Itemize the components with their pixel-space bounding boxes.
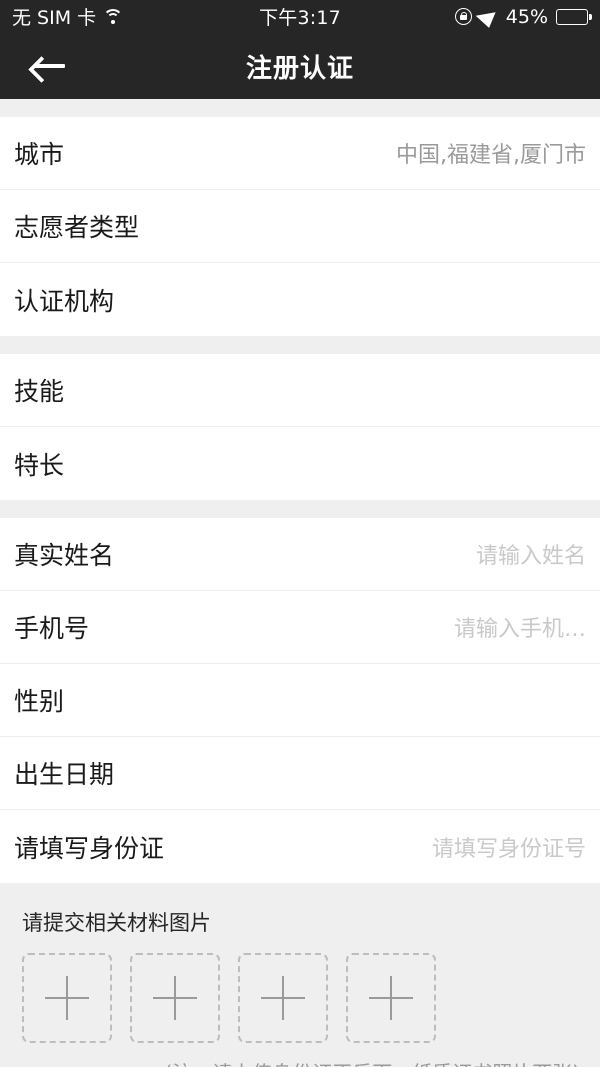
nav-bar: 注册认证 [0,33,600,99]
form-row-label: 特长 [14,450,65,480]
form-row-label: 手机号 [14,614,90,643]
plus-icon [153,976,197,1020]
form-section: 真实姓名 请输入姓名手机号 请输入手机… 性别出生日期请填写身份证 请填写身份证号 [0,518,600,883]
form-row[interactable]: 技能 [0,354,600,427]
battery-icon [556,8,592,25]
app-root: 无 SIM 卡 下午3:17 45% 注册认证 城市 中国,福建省,厦门市志愿者类… [0,0,600,1067]
back-arrow-icon [31,55,65,77]
form-row[interactable]: 志愿者类型 [0,190,600,263]
status-bar: 无 SIM 卡 下午3:17 45% [0,0,600,33]
form-row-placeholder[interactable]: 请输入姓名 [476,538,586,570]
battery-percent-label: 45% [505,5,548,28]
form-row-value[interactable]: 中国,福建省,厦门市 [396,137,586,169]
form-row[interactable]: 出生日期 [0,737,600,810]
status-bar-right: 45% [454,5,592,28]
plus-icon [45,976,89,1020]
form-row-label: 城市 [14,140,65,169]
wifi-icon [103,9,124,24]
plus-icon [261,976,305,1020]
form-section: 技能 特长 [0,354,600,500]
upload-add-box[interactable] [130,953,220,1043]
upload-add-box[interactable] [22,953,112,1043]
form-row-label: 性别 [14,687,65,716]
form-row-label: 认证机构 [14,286,115,316]
form-row-label: 真实姓名 [14,541,115,570]
form-row[interactable]: 特长 [0,427,600,500]
form-row-placeholder[interactable]: 请填写身份证号 [432,831,586,863]
form-section: 城市 中国,福建省,厦门市志愿者类型认证机构 [0,117,600,336]
form-row-label: 出生日期 [14,760,115,789]
rotation-lock-icon [454,8,472,25]
form-row[interactable]: 认证机构 [0,263,600,336]
form-row-label: 技能 [14,377,65,406]
plus-icon [369,976,413,1020]
back-button[interactable] [0,33,96,99]
registration-form: 城市 中国,福建省,厦门市志愿者类型认证机构技能特长真实姓名 请输入姓名手机号 请输入… [0,99,600,883]
upload-note: (注：请上传身份证正反面、纸质证书照片两张) [14,1057,586,1067]
form-row[interactable]: 请填写身份证 请填写身份证号 [0,810,600,883]
form-row-label: 请填写身份证 [14,833,165,863]
upload-section: 请提交相关材料图片 (注：请上传身份证正反面、纸质证书照片两张) [0,883,600,1067]
section-gap [0,336,600,354]
location-arrow-icon [475,5,503,28]
form-row[interactable]: 性别 [0,664,600,737]
form-row[interactable]: 真实姓名 请输入姓名 [0,518,600,591]
form-row-placeholder[interactable]: 请输入手机… [454,611,586,643]
upload-add-box[interactable] [238,953,328,1043]
upload-section-title: 请提交相关材料图片 [22,911,211,935]
upload-box-list [14,953,586,1043]
upload-add-box[interactable] [346,953,436,1043]
form-row[interactable]: 城市 中国,福建省,厦门市 [0,117,600,190]
section-gap [0,99,600,117]
form-row-label: 志愿者类型 [14,213,140,242]
status-bar-left: 无 SIM 卡 [12,3,124,30]
carrier-label: 无 SIM 卡 [12,7,97,29]
form-row[interactable]: 手机号 请输入手机… [0,591,600,664]
section-gap [0,500,600,518]
